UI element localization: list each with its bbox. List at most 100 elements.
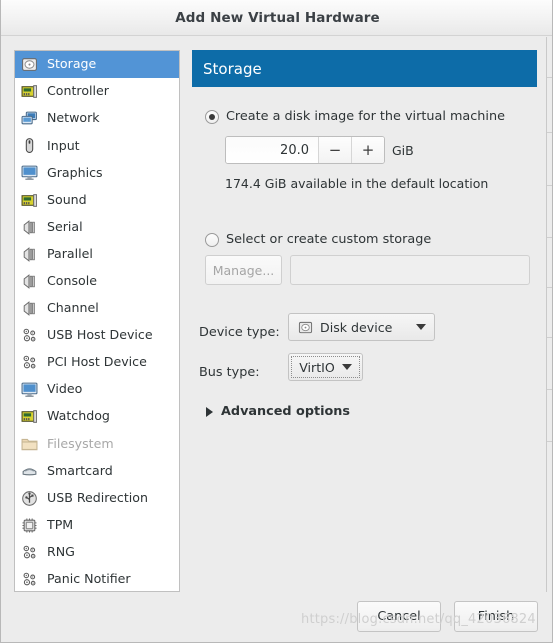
bus-type-dropdown[interactable]: VirtIO <box>288 353 363 381</box>
chip-cluster-icon <box>20 326 38 344</box>
sidebar-item-network[interactable]: Network <box>15 105 179 132</box>
monitor-icon <box>20 381 38 399</box>
sidebar-item-label: Channel <box>47 300 99 316</box>
scrollbar-tick <box>547 132 552 133</box>
sidebar-item-serial[interactable]: Serial <box>15 214 179 241</box>
sidebar-item-label: Network <box>47 110 100 126</box>
triangle-right-icon <box>206 406 213 417</box>
custom-storage-radio[interactable] <box>205 232 219 247</box>
sidebar-item-channel[interactable]: Channel <box>15 295 179 322</box>
port-icon <box>20 299 38 317</box>
advanced-options-label: Advanced options <box>221 404 351 419</box>
sidebar-item-video[interactable]: Video <box>15 376 179 403</box>
sidebar-item-controller[interactable]: Controller <box>15 78 179 105</box>
disk-size-stepper[interactable]: 20.0 − + <box>225 136 385 164</box>
custom-storage-radio-row[interactable]: Select or create custom storage <box>205 232 431 247</box>
mouse-icon <box>20 137 38 155</box>
add-hardware-dialog: Add New Virtual Hardware Storage Controll… <box>0 0 553 643</box>
sidebar-item-label: Filesystem <box>47 435 114 451</box>
sidebar-item-label: Watchdog <box>47 408 110 424</box>
card-icon <box>20 83 38 101</box>
disk-size-input[interactable]: 20.0 <box>226 137 318 163</box>
monitor-icon <box>20 164 38 182</box>
sidebar-item-label: Graphics <box>47 164 103 180</box>
sidebar-item-label: Video <box>47 381 83 397</box>
disk-size-decrement-button[interactable]: − <box>318 137 351 163</box>
sidebar-item-label: Controller <box>47 83 109 99</box>
sidebar-item-graphics[interactable]: Graphics <box>15 159 179 186</box>
dialog-titlebar: Add New Virtual Hardware <box>1 0 552 36</box>
hardware-category-list[interactable]: Storage Controller Network Input Graphics Sou… <box>14 50 180 592</box>
advanced-options-toggle[interactable]: Advanced options <box>206 404 350 419</box>
chip-cluster-icon <box>20 543 38 561</box>
custom-storage-label: Select or create custom storage <box>226 232 432 247</box>
chevron-down-icon <box>341 364 352 370</box>
disk-icon <box>297 319 313 335</box>
chip-cluster-icon <box>20 354 38 372</box>
panel-header: Storage <box>192 50 537 87</box>
create-disk-radio-row[interactable]: Create a disk image for the virtual mach… <box>205 109 505 124</box>
sidebar-item-label: USB Redirection <box>47 489 148 505</box>
dialog-footer: Cancel Finish <box>1 594 552 642</box>
scrollbar-tick <box>547 441 552 442</box>
sidebar-item-pci-host-device[interactable]: PCI Host Device <box>15 349 179 376</box>
disk-availability-text: 174.4 GiB available in the default locat… <box>225 176 489 191</box>
usb-icon <box>20 489 38 507</box>
sidebar-item-label: Parallel <box>47 245 93 261</box>
sidebar-item-usb-redirection[interactable]: USB Redirection <box>15 485 179 512</box>
device-type-dropdown[interactable]: Disk device <box>288 313 435 341</box>
sidebar-item-label: Serial <box>47 218 83 234</box>
sidebar-item-input[interactable]: Input <box>15 132 179 159</box>
storage-panel: Storage Create a disk image for the virt… <box>192 50 537 592</box>
scrollbar-tick <box>547 389 552 390</box>
sidebar-item-label: TPM <box>47 516 74 532</box>
bus-type-value: VirtIO <box>299 359 335 375</box>
sidebar-item-smartcard[interactable]: Smartcard <box>15 457 179 484</box>
sidebar-item-console[interactable]: Console <box>15 268 179 295</box>
port-icon <box>20 245 38 263</box>
sidebar-item-label: Panic Notifier <box>47 571 131 587</box>
sidebar-item-panic-notifier[interactable]: Panic Notifier <box>15 566 179 591</box>
finish-button[interactable]: Finish <box>454 601 538 632</box>
sidebar-item-label: Sound <box>47 191 87 207</box>
sidebar-item-tpm[interactable]: TPM <box>15 512 179 539</box>
sidebar-item-rng[interactable]: RNG <box>15 539 179 566</box>
network-icon <box>20 110 38 128</box>
port-icon <box>20 272 38 290</box>
sidebar-item-filesystem: Filesystem <box>15 430 179 457</box>
card-icon <box>20 408 38 426</box>
panel-scrollbar[interactable] <box>546 37 552 592</box>
chip-cluster-icon <box>20 570 38 588</box>
scrollbar-tick <box>547 77 552 78</box>
sidebar-item-label: Input <box>47 137 80 153</box>
scrollbar-tick <box>547 287 552 288</box>
sidebar-item-parallel[interactable]: Parallel <box>15 241 179 268</box>
chevron-down-icon <box>416 324 426 330</box>
disk-size-units-label: GiB <box>392 143 414 158</box>
scrollbar-tick <box>547 237 552 238</box>
folder-icon <box>20 435 38 453</box>
sidebar-item-label: USB Host Device <box>47 327 153 343</box>
chip-icon <box>20 516 38 534</box>
sidebar-item-label: Smartcard <box>47 462 113 478</box>
card-icon <box>20 191 38 209</box>
disk-size-increment-button[interactable]: + <box>351 137 384 163</box>
sidebar-item-label: Console <box>47 273 97 288</box>
bus-type-label: Bus type: <box>199 365 260 380</box>
storage-path-input[interactable] <box>290 255 530 285</box>
scrollbar-tick <box>547 337 552 338</box>
create-disk-radio[interactable] <box>205 109 219 124</box>
manage-button[interactable]: Manage... <box>205 255 282 285</box>
scrollbar-tick <box>547 185 552 186</box>
disk-icon <box>20 56 38 74</box>
panel-title: Storage <box>203 59 262 78</box>
sidebar-item-usb-host-device[interactable]: USB Host Device <box>15 322 179 349</box>
sidebar-item-sound[interactable]: Sound <box>15 186 179 213</box>
port-icon <box>20 218 38 236</box>
cancel-button[interactable]: Cancel <box>357 601 441 632</box>
sidebar-item-storage[interactable]: Storage <box>15 51 179 79</box>
sidebar-item-watchdog[interactable]: Watchdog <box>15 403 179 430</box>
sidebar-item-label: RNG <box>47 543 75 559</box>
sidebar-item-label: Storage <box>47 56 97 72</box>
smartcard-icon <box>20 462 38 480</box>
